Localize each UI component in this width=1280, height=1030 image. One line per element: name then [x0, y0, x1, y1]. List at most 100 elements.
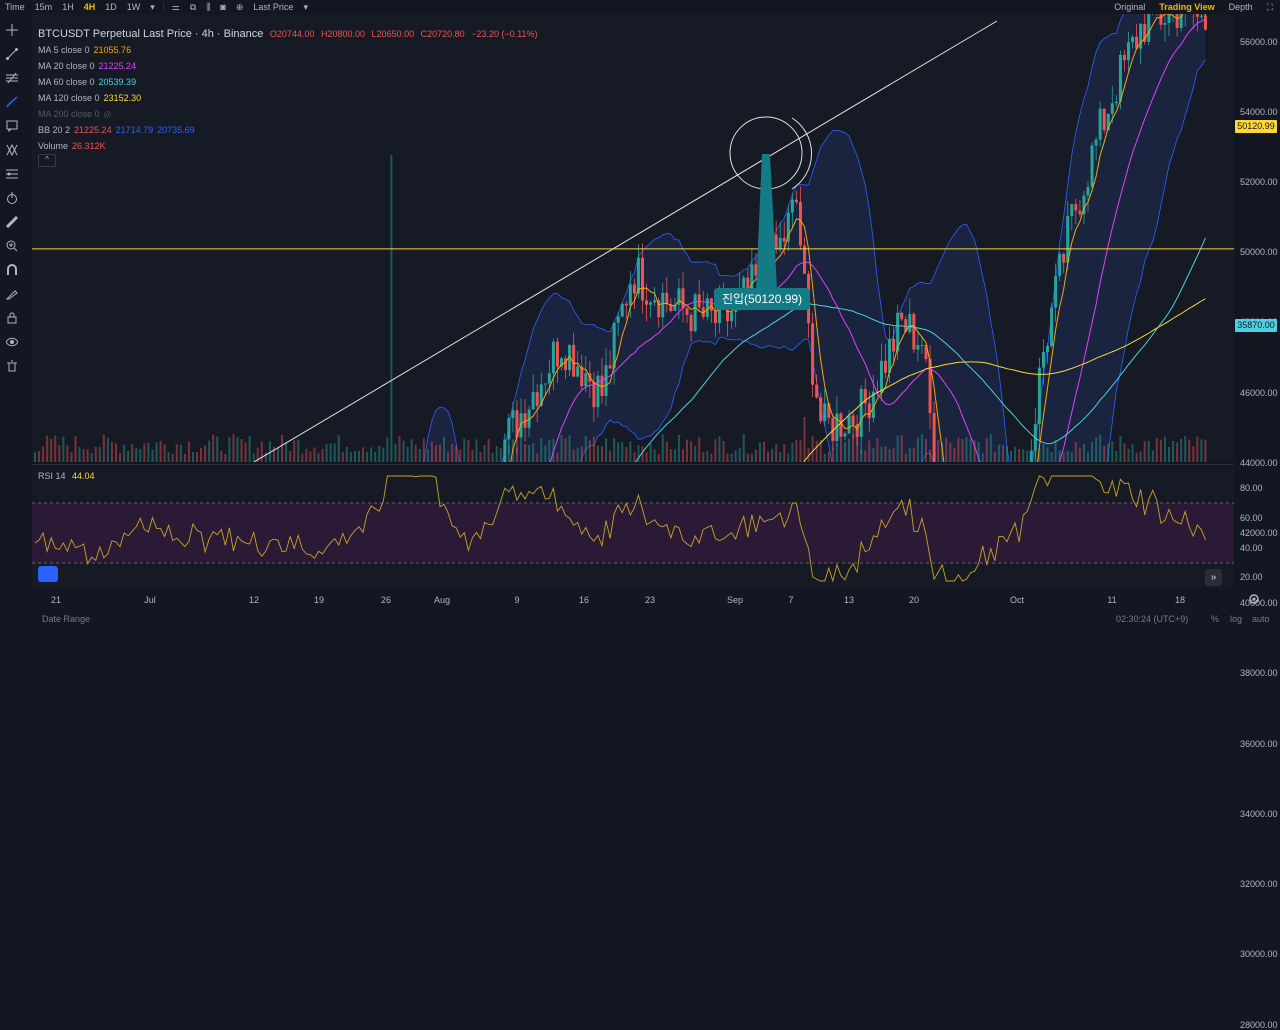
volume-bar	[196, 452, 198, 462]
volume-bar	[718, 436, 721, 462]
volume-bar	[520, 453, 522, 462]
volume-bar	[1147, 440, 1150, 462]
indicator-value: 21055.76	[93, 45, 132, 55]
rsi-axis[interactable]: 80.00 60.00 40.00 20.00	[1234, 467, 1280, 588]
text-icon[interactable]	[3, 117, 21, 135]
indicator-ma200[interactable]: MA 200 close 0 ◎	[38, 106, 538, 122]
candle-body	[778, 237, 782, 249]
volume-bar	[1139, 451, 1142, 462]
rsi-pane[interactable]	[32, 467, 1234, 588]
power-icon[interactable]	[3, 189, 21, 207]
volume-bar	[167, 452, 170, 462]
volume-bar	[799, 440, 802, 462]
volume-bar	[451, 444, 454, 462]
camera-icon[interactable]: ◙	[215, 2, 230, 12]
volume-bar	[119, 452, 122, 462]
timeframe-dropdown-icon[interactable]: ▾	[145, 2, 160, 13]
volume-bar	[609, 450, 612, 462]
price-type-dropdown-icon[interactable]: ▾	[298, 2, 313, 13]
volume-bar	[54, 435, 57, 462]
tradingview-logo-icon[interactable]	[38, 566, 58, 582]
indicators-icon[interactable]: ⧉	[185, 2, 201, 13]
indicator-ma120[interactable]: MA 120 close 0 23152.30	[38, 90, 538, 106]
volume-bar	[289, 451, 292, 462]
timeframe-1d[interactable]: 1D	[100, 2, 122, 12]
volume-bar	[1091, 441, 1094, 462]
date-tick: 12	[248, 595, 260, 605]
time-button[interactable]: Time	[0, 2, 30, 12]
prediction-icon[interactable]	[3, 165, 21, 183]
volume-bar	[1107, 443, 1110, 462]
timeframe-1w[interactable]: 1W	[122, 2, 146, 12]
rsi-legend[interactable]: RSI 14 44.04	[38, 471, 95, 481]
auto-toggle[interactable]: auto	[1252, 614, 1270, 624]
crosshair-icon[interactable]	[3, 21, 21, 39]
pane-divider[interactable]	[32, 464, 1234, 465]
eye-icon[interactable]	[3, 333, 21, 351]
indicator-ma60[interactable]: MA 60 close 0 20539.39	[38, 74, 538, 90]
view-original[interactable]: Original	[1107, 2, 1152, 12]
candle-body	[843, 433, 847, 437]
zoom-icon[interactable]	[3, 237, 21, 255]
lock-icon[interactable]	[3, 309, 21, 327]
scroll-to-realtime-button[interactable]: »	[1205, 569, 1222, 586]
trendline-icon[interactable]	[3, 45, 21, 63]
candle-body	[908, 313, 912, 332]
volume-bar	[1151, 450, 1154, 462]
indicator-ma5[interactable]: MA 5 close 0 21055.76	[38, 42, 538, 58]
gear-icon[interactable]	[1247, 592, 1261, 606]
volume-bar	[904, 453, 907, 462]
price-marker-yellow: 50120.99	[1235, 120, 1277, 133]
volume-bar	[1070, 452, 1073, 462]
volume-bar	[358, 451, 360, 462]
symbol-title[interactable]: BTCUSDT Perpetual Last Price · 4h · Bina…	[38, 28, 263, 40]
percent-toggle[interactable]: %	[1211, 614, 1219, 624]
volume-bar	[1006, 446, 1008, 462]
indicator-volume[interactable]: Volume 26.312K	[38, 138, 538, 154]
rsi-canvas[interactable]	[32, 467, 1234, 588]
brush-icon[interactable]	[3, 93, 21, 111]
legend-collapse-button[interactable]: ^	[38, 154, 56, 167]
volume-bar	[394, 443, 397, 462]
timeframe-4h[interactable]: 4H	[79, 2, 101, 12]
candle-body	[713, 310, 717, 324]
ohlc-close: C20720.80	[420, 29, 465, 39]
chart-type-icon[interactable]: ⚌	[167, 2, 185, 13]
date-range-button[interactable]: Date Range	[42, 614, 90, 624]
magnet-icon[interactable]	[3, 261, 21, 279]
volume-bar	[337, 435, 340, 462]
volume-bar	[629, 441, 632, 462]
fib-icon[interactable]	[3, 69, 21, 87]
indicator-ma20[interactable]: MA 20 close 0 21225.24	[38, 58, 538, 74]
pattern-icon[interactable]	[3, 141, 21, 159]
timeframe-1h[interactable]: 1H	[57, 2, 79, 12]
rsi-tick: 20.00	[1240, 572, 1263, 582]
date-axis[interactable]: 21 Jul 12 19 26 Aug 9 16 23 Sep 7 13 20 Oct 11 18	[32, 592, 1234, 608]
view-tradingview[interactable]: Trading View	[1152, 2, 1221, 12]
clock-time[interactable]: 02:30:24 (UTC+9)	[1116, 614, 1188, 624]
view-depth[interactable]: Depth	[1222, 2, 1260, 12]
add-icon[interactable]: ⊕	[231, 2, 249, 13]
volume-bar	[1123, 443, 1126, 462]
volume-bar	[1018, 448, 1021, 462]
price-tick: 52000.00	[1240, 176, 1278, 187]
volume-bar	[682, 449, 684, 462]
candles-icon[interactable]: ⫼	[201, 2, 215, 13]
ruler-icon[interactable]	[3, 213, 21, 231]
indicator-bb[interactable]: BB 20 2 21225.24 21714.79 20735.69	[38, 122, 538, 138]
log-toggle[interactable]: log	[1230, 614, 1242, 624]
price-type-select[interactable]: Last Price	[248, 2, 298, 12]
lock-drawing-icon[interactable]	[3, 285, 21, 303]
volume-bar	[333, 443, 336, 462]
fullscreen-icon[interactable]: ⛶	[1260, 2, 1280, 13]
price-axis[interactable]: 56000.0054000.0052000.0050000.0048000.00…	[1234, 14, 1280, 1030]
entry-callout[interactable]: 진입(50120.99)	[714, 288, 810, 310]
date-tick: Jul	[144, 595, 156, 605]
volume-bar	[880, 447, 883, 462]
candle-body	[815, 384, 819, 398]
candle-body	[1046, 346, 1049, 353]
hidden-eye-icon[interactable]: ◎	[104, 109, 112, 119]
trash-icon[interactable]	[3, 357, 21, 375]
volume-bar	[430, 441, 433, 462]
timeframe-15m[interactable]: 15m	[30, 2, 58, 12]
